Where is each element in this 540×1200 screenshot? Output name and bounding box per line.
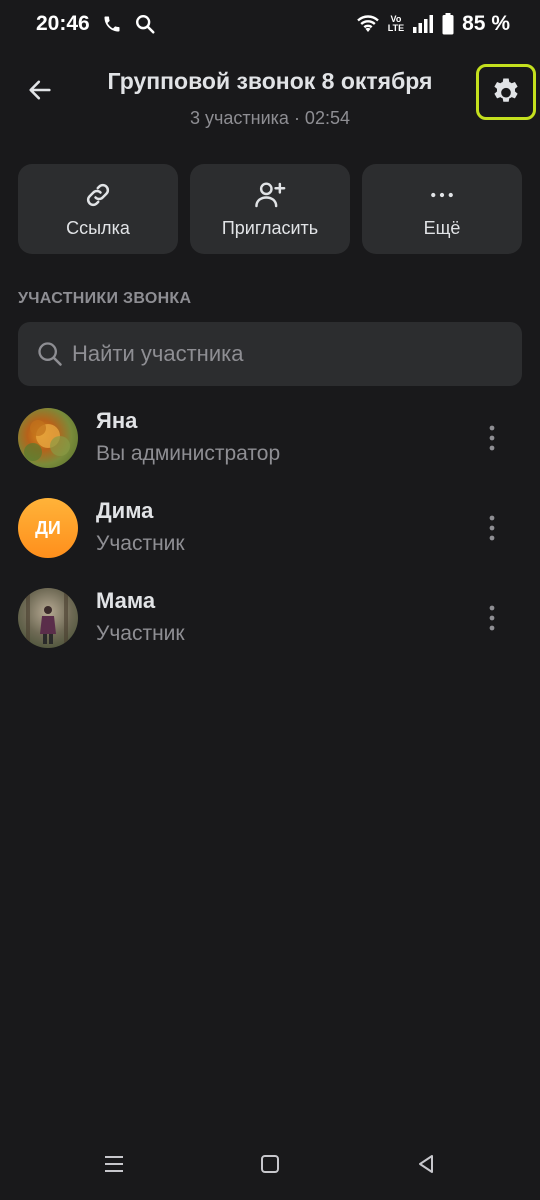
- more-label: Ещё: [423, 217, 461, 238]
- search-icon: [38, 342, 62, 366]
- section-title: УЧАСТНИКИ ЗВОНКА: [18, 290, 192, 307]
- nav-menu-button[interactable]: [92, 1142, 136, 1186]
- participant-menu-button[interactable]: [472, 416, 512, 460]
- participant-row[interactable]: Мама Участник: [0, 572, 540, 662]
- search-input[interactable]: [72, 341, 492, 367]
- link-icon: [86, 183, 110, 206]
- call-actions: Ссылка Пригласить Ещё: [18, 164, 522, 254]
- phone-icon: [102, 14, 122, 34]
- status-left: 20:46: [36, 12, 156, 36]
- participant-row[interactable]: ДИ Дима Участник: [0, 482, 540, 572]
- participant-name: Дима: [96, 498, 154, 523]
- nav-home-button[interactable]: [248, 1142, 292, 1186]
- volte-bottom-label: LTE: [387, 23, 405, 33]
- volte-icon: Vo LTE: [388, 15, 404, 33]
- avatar-initials: ДИ: [35, 517, 61, 538]
- menu-icon: [105, 1156, 123, 1172]
- settings-button[interactable]: [476, 64, 536, 120]
- invite-label: Пригласить: [221, 217, 319, 238]
- participant-name: Мама: [96, 588, 156, 613]
- more-vertical-icon: [489, 425, 495, 451]
- participant-role: Вы администратор: [96, 442, 281, 465]
- call-subtitle: 3 участника · 02:54: [190, 108, 350, 128]
- back-icon: [419, 1155, 433, 1173]
- participant-menu-button[interactable]: [472, 506, 512, 550]
- status-bar: 20:46 Vo LTE 85 %: [0, 0, 540, 48]
- home-icon: [261, 1155, 279, 1173]
- system-nav-bar: [0, 1128, 540, 1200]
- search-icon: [134, 13, 156, 35]
- participant-list: Яна Вы администратор ДИ Дима Участник Ма…: [0, 392, 540, 662]
- battery-icon: [442, 13, 454, 35]
- more-vertical-icon: [489, 515, 495, 541]
- participant-name: Яна: [96, 408, 138, 433]
- participant-role: Участник: [96, 532, 185, 555]
- participant-row[interactable]: Яна Вы администратор: [0, 392, 540, 482]
- invite-button[interactable]: Пригласить: [190, 164, 350, 254]
- avatar: ДИ: [18, 498, 78, 558]
- more-button[interactable]: Ещё: [362, 164, 522, 254]
- link-label: Ссылка: [66, 217, 130, 238]
- gear-icon: [494, 78, 518, 102]
- call-header: Групповой звонок 8 октября 3 участника ·…: [0, 48, 540, 152]
- arrow-left-icon: [29, 80, 51, 100]
- signal-icon: [412, 14, 434, 34]
- page-title: Групповой звонок 8 октября: [107, 68, 433, 94]
- status-time: 20:46: [36, 12, 90, 35]
- participant-role: Участник: [96, 622, 185, 645]
- more-horizontal-icon: [431, 192, 453, 197]
- avatar: [18, 408, 78, 468]
- participant-menu-button[interactable]: [472, 596, 512, 640]
- wifi-icon: [356, 14, 380, 34]
- nav-back-button[interactable]: [404, 1142, 448, 1186]
- add-user-icon: [255, 181, 286, 207]
- avatar: [18, 588, 78, 648]
- status-right: Vo LTE 85 %: [356, 12, 510, 36]
- participant-search: [18, 322, 522, 386]
- more-vertical-icon: [489, 605, 495, 631]
- battery-percent: 85 %: [462, 12, 510, 35]
- back-button[interactable]: [18, 68, 62, 112]
- link-button[interactable]: Ссылка: [18, 164, 178, 254]
